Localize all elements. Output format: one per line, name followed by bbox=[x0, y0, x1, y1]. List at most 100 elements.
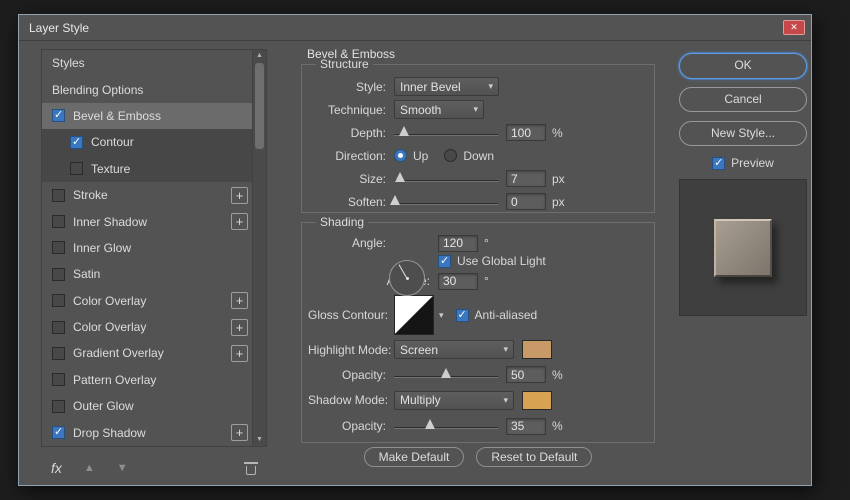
reset-to-default-button[interactable]: Reset to Default bbox=[476, 447, 592, 467]
ok-button[interactable]: OK bbox=[679, 53, 807, 79]
effect-checkbox[interactable] bbox=[52, 268, 65, 281]
depth-slider[interactable] bbox=[394, 126, 498, 140]
slider-thumb[interactable] bbox=[425, 419, 435, 429]
add-effect-button[interactable] bbox=[231, 187, 248, 204]
anti-aliased-checkbox[interactable] bbox=[456, 309, 469, 322]
use-global-light-row: Use Global Light bbox=[438, 253, 654, 269]
sidebar-item[interactable]: Color Overlay bbox=[42, 314, 252, 340]
sidebar-item[interactable]: Contour bbox=[42, 129, 252, 155]
gloss-contour-label: Gloss Contour: bbox=[308, 308, 386, 322]
highlight-opacity-unit: % bbox=[552, 368, 563, 382]
soften-input[interactable] bbox=[506, 193, 546, 210]
preview-label: Preview bbox=[731, 156, 774, 170]
depth-row: Depth: % bbox=[308, 121, 654, 144]
add-effect-button[interactable] bbox=[231, 345, 248, 362]
effect-checkbox[interactable] bbox=[52, 241, 65, 254]
effect-checkbox[interactable] bbox=[52, 321, 65, 334]
direction-label: Direction: bbox=[308, 149, 386, 163]
effect-checkbox[interactable] bbox=[52, 215, 65, 228]
preview-checkbox[interactable] bbox=[712, 157, 725, 170]
slider-thumb[interactable] bbox=[390, 195, 400, 205]
sidebar-item[interactable]: Outer Glow bbox=[42, 393, 252, 419]
effect-checkbox[interactable] bbox=[52, 347, 65, 360]
dialog-titlebar[interactable]: Layer Style ✕ bbox=[19, 15, 811, 41]
highlight-mode-select[interactable]: Screen bbox=[394, 340, 514, 359]
sidebar-item[interactable]: Stroke bbox=[42, 182, 252, 208]
sidebar-item[interactable]: Inner Glow bbox=[42, 235, 252, 261]
effect-checkbox[interactable] bbox=[52, 400, 65, 413]
effects-toolbar: fx bbox=[41, 455, 267, 481]
sidebar-item[interactable]: Drop Shadow bbox=[42, 419, 252, 445]
depth-label: Depth: bbox=[308, 126, 386, 140]
highlight-opacity-input[interactable] bbox=[506, 366, 546, 383]
style-select[interactable]: Inner Bevel bbox=[394, 77, 499, 96]
fx-icon[interactable]: fx bbox=[51, 460, 62, 476]
angle-input[interactable] bbox=[438, 235, 478, 252]
direction-up-label: Up bbox=[413, 149, 428, 163]
soften-slider[interactable] bbox=[394, 195, 498, 209]
new-style-button[interactable]: New Style... bbox=[679, 121, 807, 146]
shadow-opacity-input[interactable] bbox=[506, 418, 546, 435]
sidebar-item[interactable]: Gradient Overlay bbox=[42, 340, 252, 366]
sidebar-item-label: Bevel & Emboss bbox=[73, 109, 161, 123]
move-effect-down-icon[interactable] bbox=[117, 462, 128, 474]
size-label: Size: bbox=[308, 172, 386, 186]
close-button[interactable]: ✕ bbox=[783, 20, 805, 35]
effect-checkbox[interactable] bbox=[52, 426, 65, 439]
sidebar-item[interactable]: Blending Options bbox=[42, 76, 252, 102]
cancel-button[interactable]: Cancel bbox=[679, 87, 807, 112]
effect-checkbox[interactable] bbox=[52, 109, 65, 122]
scrollbar[interactable] bbox=[252, 50, 266, 446]
technique-select[interactable]: Smooth bbox=[394, 100, 484, 119]
shadow-opacity-slider[interactable] bbox=[394, 419, 498, 433]
scrollbar-thumb[interactable] bbox=[255, 63, 264, 149]
sidebar-item[interactable]: Satin bbox=[42, 261, 252, 287]
size-slider[interactable] bbox=[394, 172, 498, 186]
effects-list-panel: Styles Blending Options Bevel & Emboss C… bbox=[41, 49, 267, 447]
highlight-color-swatch[interactable] bbox=[522, 340, 552, 359]
gloss-contour-thumbnail[interactable] bbox=[394, 295, 434, 335]
direction-up-radio[interactable] bbox=[394, 149, 407, 162]
highlight-mode-label: Highlight Mode: bbox=[308, 343, 386, 357]
use-global-light-checkbox[interactable] bbox=[438, 255, 451, 268]
make-default-button[interactable]: Make Default bbox=[364, 447, 465, 467]
depth-input[interactable] bbox=[506, 124, 546, 141]
add-effect-button[interactable] bbox=[231, 424, 248, 441]
shadow-mode-select[interactable]: Multiply bbox=[394, 391, 514, 410]
sidebar-item[interactable]: Inner Shadow bbox=[42, 208, 252, 234]
add-effect-button[interactable] bbox=[231, 213, 248, 230]
delete-effect-icon[interactable] bbox=[245, 462, 257, 475]
add-effect-button[interactable] bbox=[231, 319, 248, 336]
effect-checkbox[interactable] bbox=[70, 162, 83, 175]
sidebar-item-label: Texture bbox=[91, 162, 130, 176]
altitude-input[interactable] bbox=[438, 273, 478, 290]
add-effect-button[interactable] bbox=[231, 292, 248, 309]
shadow-color-swatch[interactable] bbox=[522, 391, 552, 410]
effect-checkbox[interactable] bbox=[52, 373, 65, 386]
chevron-down-icon[interactable] bbox=[439, 310, 444, 321]
slider-thumb[interactable] bbox=[441, 368, 451, 378]
angle-dial[interactable] bbox=[389, 260, 425, 296]
effect-checkbox[interactable] bbox=[52, 189, 65, 202]
dialog-title: Layer Style bbox=[29, 15, 89, 41]
highlight-opacity-slider[interactable] bbox=[394, 368, 498, 382]
sidebar-item[interactable]: Color Overlay bbox=[42, 288, 252, 314]
structure-legend: Structure bbox=[316, 57, 373, 71]
slider-thumb[interactable] bbox=[395, 172, 405, 182]
slider-thumb[interactable] bbox=[399, 126, 409, 136]
sidebar-item[interactable]: Pattern Overlay bbox=[42, 367, 252, 393]
effect-checkbox[interactable] bbox=[52, 294, 65, 307]
direction-down-radio[interactable] bbox=[444, 149, 457, 162]
sidebar-item[interactable]: Texture bbox=[42, 156, 252, 182]
shadow-opacity-label: Opacity: bbox=[308, 419, 386, 433]
sidebar-item-label: Stroke bbox=[73, 188, 108, 202]
move-effect-up-icon[interactable] bbox=[84, 462, 95, 474]
sidebar-item[interactable]: Bevel & Emboss bbox=[42, 103, 252, 129]
sidebar-item[interactable]: Styles bbox=[42, 50, 252, 76]
anti-aliased-label: Anti-aliased bbox=[475, 308, 538, 322]
sidebar-item-label: Drop Shadow bbox=[73, 426, 146, 440]
effect-checkbox[interactable] bbox=[70, 136, 83, 149]
size-input[interactable] bbox=[506, 170, 546, 187]
scroll-down-icon[interactable] bbox=[253, 434, 266, 446]
scroll-up-icon[interactable] bbox=[253, 50, 266, 62]
